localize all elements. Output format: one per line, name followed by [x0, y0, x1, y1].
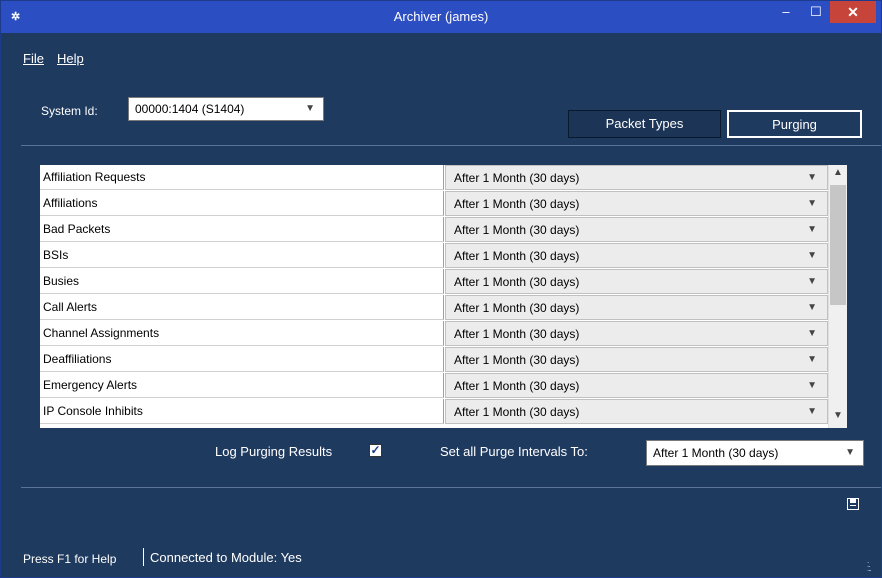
table-row: Deaffiliations After 1 Month (30 days) ▼ — [40, 347, 828, 373]
interval-dropdown[interactable]: After 1 Month (30 days) ▼ — [445, 165, 828, 190]
chevron-down-icon: ▼ — [845, 447, 855, 458]
interval-dropdown[interactable]: After 1 Month (30 days) ▼ — [445, 217, 828, 242]
packet-type-name[interactable]: Emergency Alerts — [40, 373, 444, 398]
divider — [21, 487, 881, 488]
window-title: Archiver (james) — [393, 9, 489, 24]
interval-value: After 1 Month (30 days) — [454, 171, 580, 185]
system-id-label: System Id: — [41, 104, 98, 118]
chevron-down-icon: ▼ — [305, 103, 315, 114]
interval-value: After 1 Month (30 days) — [454, 379, 580, 393]
menu-help[interactable]: Help — [57, 51, 84, 66]
status-separator — [143, 548, 144, 566]
chevron-down-icon: ▼ — [807, 302, 817, 313]
table-row: Busies After 1 Month (30 days) ▼ — [40, 269, 828, 295]
interval-dropdown[interactable]: After 1 Month (30 days) ▼ — [445, 321, 828, 346]
set-all-intervals-dropdown[interactable]: After 1 Month (30 days) ▼ — [646, 440, 864, 466]
table-row: Call Alerts After 1 Month (30 days) ▼ — [40, 295, 828, 321]
interval-dropdown[interactable]: After 1 Month (30 days) ▼ — [445, 347, 828, 372]
title-bar[interactable]: ✲ Archiver (james) – ☐ ✕ — [1, 1, 881, 33]
packet-type-name[interactable]: IP Console Inhibits — [40, 399, 444, 424]
packet-type-name[interactable]: Call Alerts — [40, 295, 444, 320]
minimize-button[interactable]: – — [771, 1, 801, 23]
chevron-down-icon: ▼ — [807, 276, 817, 287]
packet-type-name[interactable]: BSIs — [40, 243, 444, 268]
close-button[interactable]: ✕ — [830, 1, 876, 23]
checkmark-icon: ✓ — [370, 443, 381, 457]
interval-value: After 1 Month (30 days) — [454, 249, 580, 263]
chevron-down-icon: ▼ — [807, 250, 817, 261]
set-all-intervals-value: After 1 Month (30 days) — [653, 446, 779, 460]
menu-file-label: File — [23, 51, 44, 66]
table-row: Bad Packets After 1 Month (30 days) ▼ — [40, 217, 828, 243]
status-connection-text: Connected to Module: Yes — [150, 550, 302, 565]
table-row: BSIs After 1 Month (30 days) ▼ — [40, 243, 828, 269]
interval-dropdown[interactable]: After 1 Month (30 days) ▼ — [445, 399, 828, 424]
resize-grip-icon[interactable]: ...... — [867, 557, 877, 573]
chevron-down-icon: ▼ — [807, 224, 817, 235]
grid-scrollbar[interactable]: ▲ ▼ — [828, 165, 847, 428]
interval-dropdown[interactable]: After 1 Month (30 days) ▼ — [445, 191, 828, 216]
interval-dropdown[interactable]: After 1 Month (30 days) ▼ — [445, 373, 828, 398]
packet-type-name[interactable]: Affiliations — [40, 191, 444, 216]
interval-value: After 1 Month (30 days) — [454, 405, 580, 419]
tab-packet-types[interactable]: Packet Types — [568, 110, 721, 138]
status-help-text: Press F1 for Help — [23, 552, 117, 566]
packet-type-name[interactable]: Channel Assignments — [40, 321, 444, 346]
packet-type-name[interactable]: Affiliation Requests — [40, 165, 444, 190]
divider — [21, 145, 881, 146]
chevron-down-icon: ▼ — [807, 328, 817, 339]
scrollbar-thumb[interactable] — [830, 185, 846, 305]
log-purging-checkbox[interactable]: ✓ — [369, 444, 382, 457]
scroll-down-arrow-icon[interactable]: ▼ — [829, 410, 847, 426]
log-purging-label: Log Purging Results — [215, 444, 333, 459]
packet-type-name[interactable]: Deaffiliations — [40, 347, 444, 372]
system-id-value: 00000:1404 (S1404) — [135, 102, 245, 116]
table-row: Affiliation Requests After 1 Month (30 d… — [40, 165, 828, 191]
chevron-down-icon: ▼ — [807, 172, 817, 183]
interval-dropdown[interactable]: After 1 Month (30 days) ▼ — [445, 243, 828, 268]
chevron-down-icon: ▼ — [807, 406, 817, 417]
chevron-down-icon: ▼ — [807, 198, 817, 209]
packet-type-name[interactable]: Bad Packets — [40, 217, 444, 242]
menu-help-label: Help — [57, 51, 84, 66]
packet-type-name[interactable]: Busies — [40, 269, 444, 294]
interval-value: After 1 Month (30 days) — [454, 327, 580, 341]
archiver-window: ✲ Archiver (james) – ☐ ✕ File Help Syste… — [0, 0, 882, 578]
system-id-dropdown[interactable]: 00000:1404 (S1404) ▼ — [128, 97, 324, 121]
maximize-button[interactable]: ☐ — [801, 1, 831, 23]
table-row: IP Console Inhibits After 1 Month (30 da… — [40, 399, 828, 425]
scroll-up-arrow-icon[interactable]: ▲ — [829, 167, 847, 183]
chevron-down-icon: ▼ — [807, 380, 817, 391]
interval-value: After 1 Month (30 days) — [454, 275, 580, 289]
interval-value: After 1 Month (30 days) — [454, 301, 580, 315]
interval-value: After 1 Month (30 days) — [454, 353, 580, 367]
save-icon[interactable] — [847, 498, 859, 510]
interval-value: After 1 Month (30 days) — [454, 223, 580, 237]
chevron-down-icon: ▼ — [807, 354, 817, 365]
table-row: Channel Assignments After 1 Month (30 da… — [40, 321, 828, 347]
interval-dropdown[interactable]: After 1 Month (30 days) ▼ — [445, 269, 828, 294]
set-all-intervals-label: Set all Purge Intervals To: — [440, 444, 588, 459]
tab-purging[interactable]: Purging — [727, 110, 862, 138]
interval-value: After 1 Month (30 days) — [454, 197, 580, 211]
purge-interval-grid: Affiliation Requests After 1 Month (30 d… — [40, 165, 847, 428]
table-row: Affiliations After 1 Month (30 days) ▼ — [40, 191, 828, 217]
table-row: Emergency Alerts After 1 Month (30 days)… — [40, 373, 828, 399]
status-bar — [1, 541, 881, 577]
menu-bar — [1, 33, 881, 57]
interval-dropdown[interactable]: After 1 Month (30 days) ▼ — [445, 295, 828, 320]
menu-file[interactable]: File — [23, 51, 44, 66]
